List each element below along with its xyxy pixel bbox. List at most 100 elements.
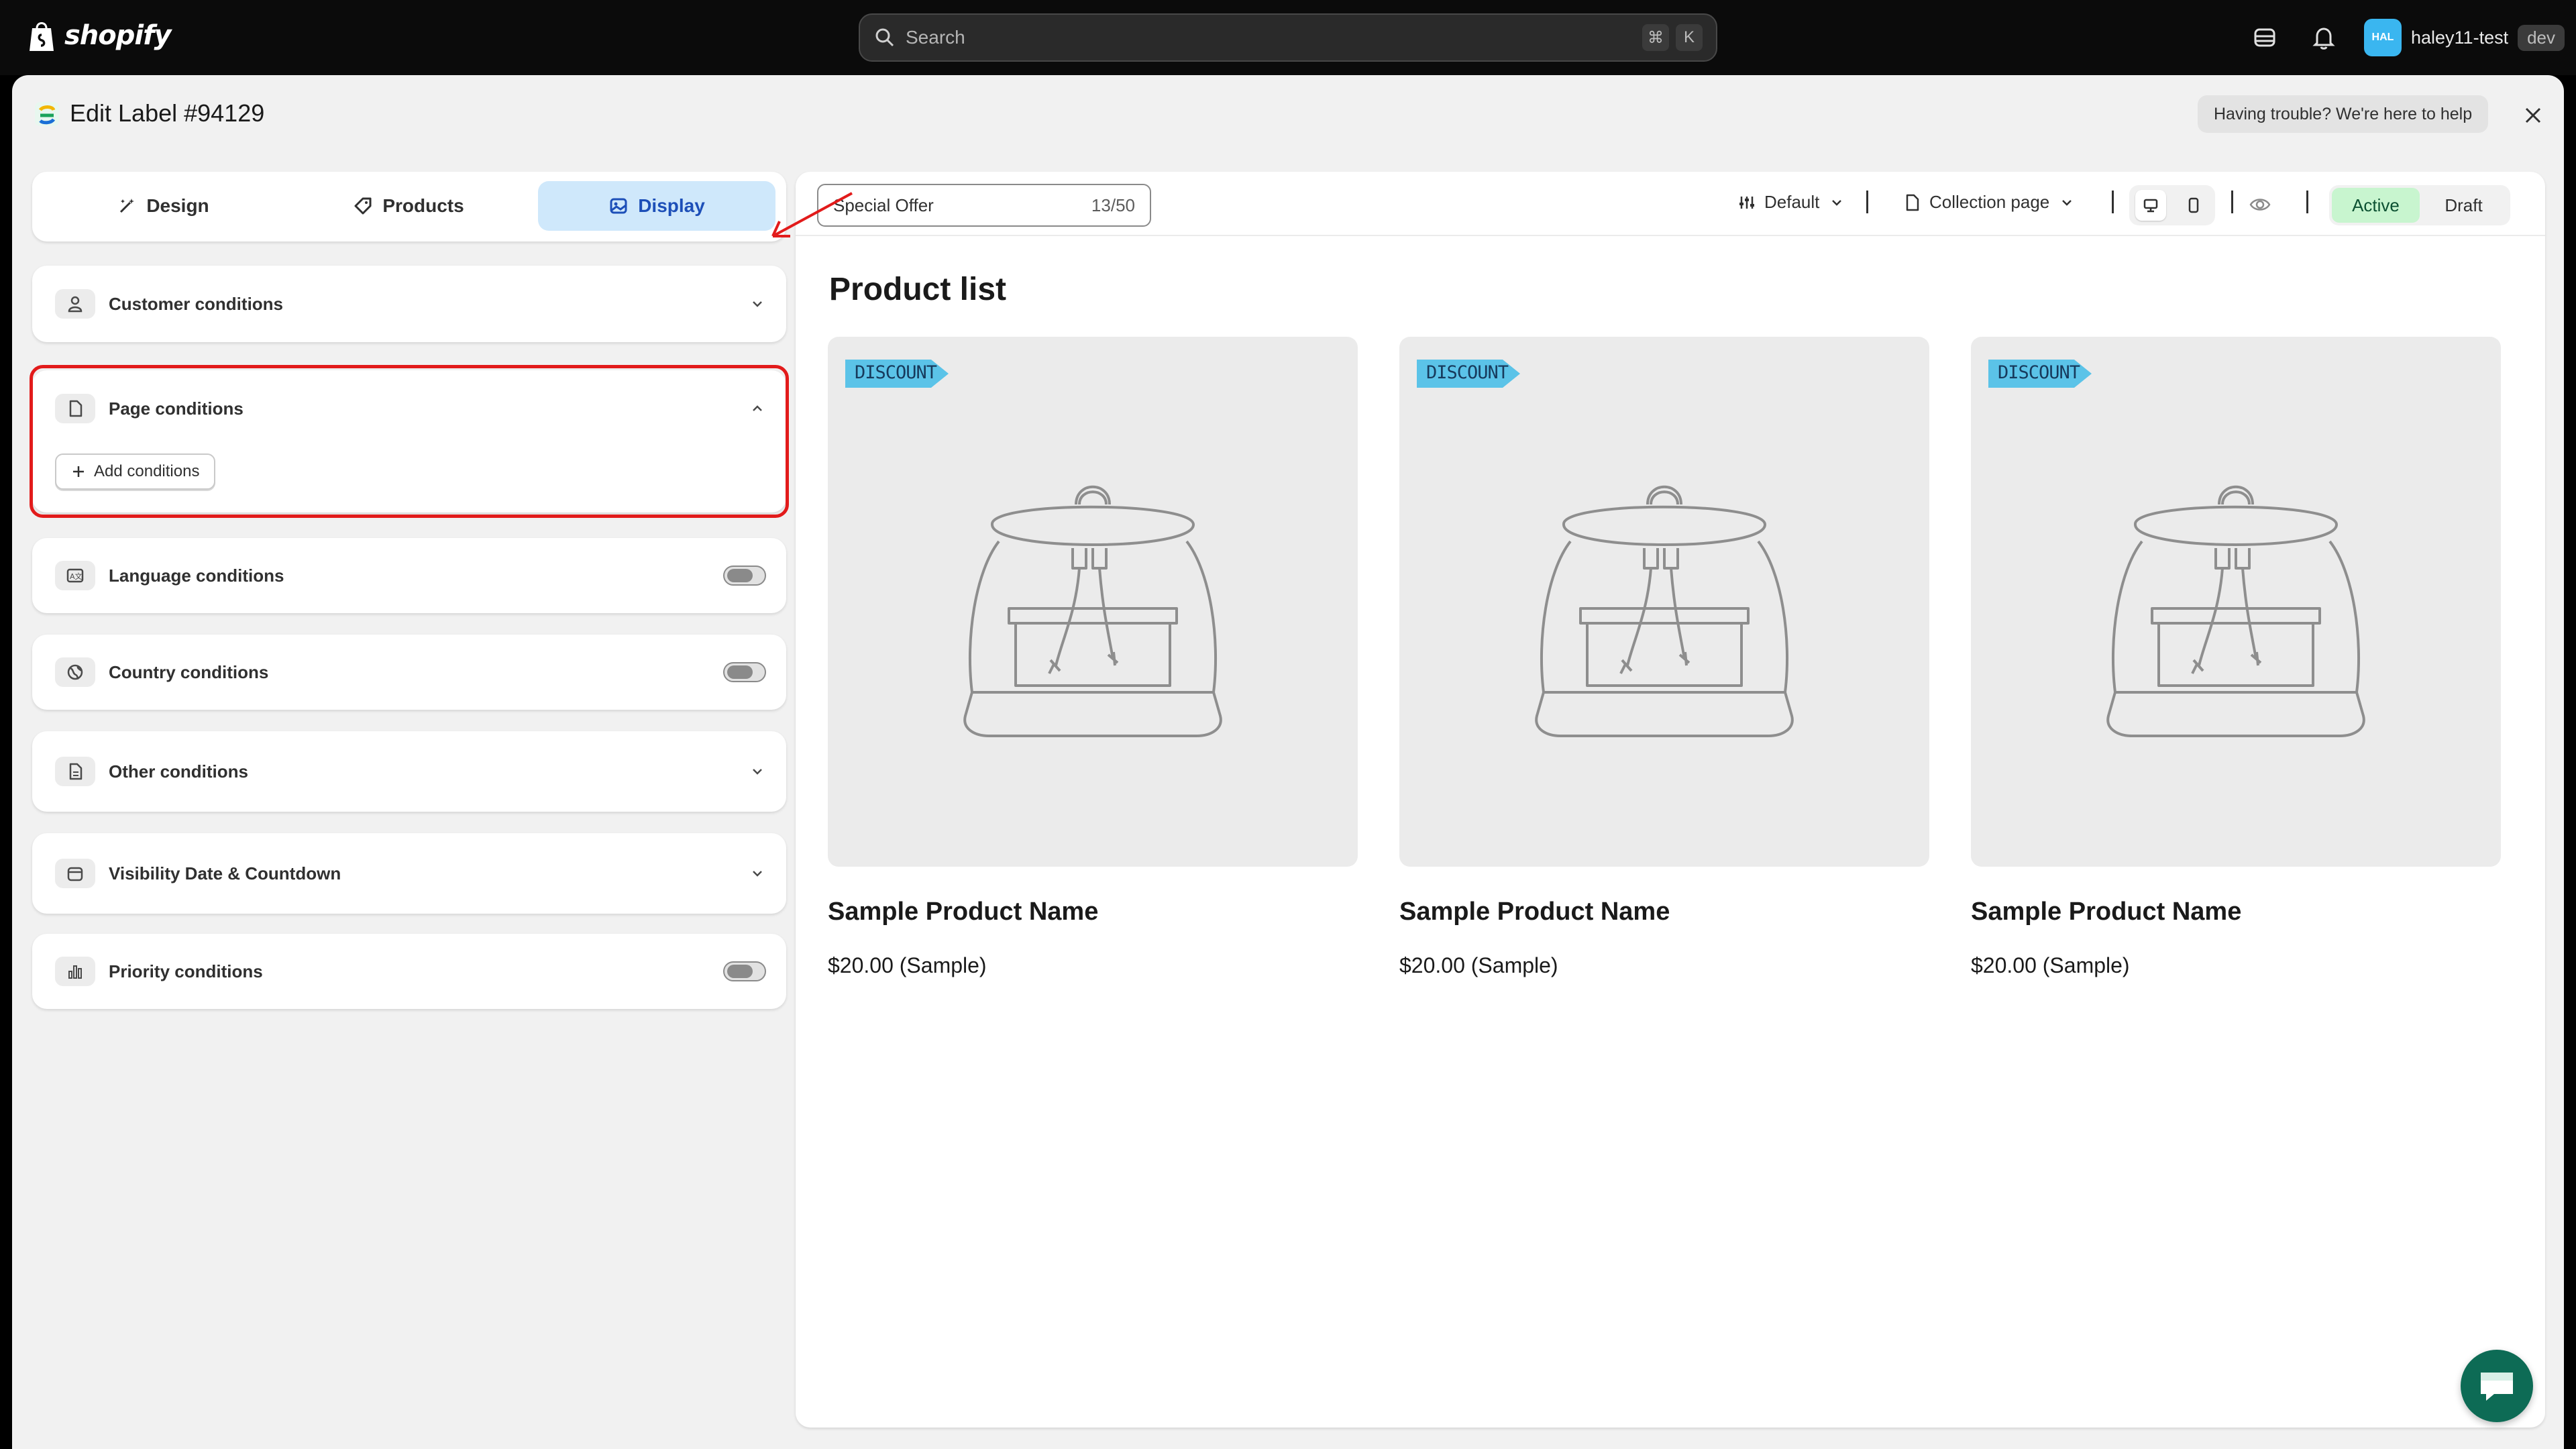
customize-icon <box>1739 196 1754 209</box>
product-card[interactable]: DISCOUNT Sample Product Name $20.00 (Sam… <box>1399 337 1929 978</box>
chat-button[interactable] <box>2461 1350 2533 1422</box>
style-dropdown-value: Default <box>1764 192 1820 212</box>
label-name-input[interactable]: Special Offer 13/50 <box>817 184 1151 227</box>
style-dropdown[interactable]: Default <box>1737 192 1846 213</box>
close-icon[interactable] <box>2521 103 2545 127</box>
country-conditions-label: Country conditions <box>109 661 269 682</box>
chat-icon <box>2481 1373 2513 1401</box>
window-header: Edit Label #94129 Having trouble? We're … <box>12 75 2564 153</box>
country-conditions-toggle[interactable] <box>723 662 766 682</box>
discount-badge-text: DISCOUNT <box>1998 362 2080 383</box>
annotation-arrow-icon <box>771 192 853 237</box>
backpack-icon <box>2106 485 2365 737</box>
globe-icon <box>67 664 83 680</box>
bell-icon[interactable] <box>2309 23 2339 52</box>
page-type-value: Collection page <box>1929 192 2050 212</box>
document-icon <box>69 763 83 780</box>
app-logo-icon <box>35 102 59 126</box>
tab-design-label: Design <box>146 195 209 216</box>
mobile-view-button[interactable] <box>2178 190 2209 221</box>
preview-toolbar: Special Offer 13/50 Default Collection p… <box>796 172 2545 236</box>
person-icon <box>68 296 83 313</box>
app-window: Edit Label #94129 Having trouble? We're … <box>12 75 2564 1449</box>
tab-display[interactable]: Display <box>538 181 775 231</box>
dev-badge: dev <box>2518 24 2565 51</box>
chevron-down-icon[interactable] <box>749 295 766 313</box>
customer-conditions-card[interactable]: Customer conditions <box>32 266 786 342</box>
toolbar-divider <box>1866 191 1868 213</box>
product-card[interactable]: DISCOUNT Sample Product Name $20.00 (Sam… <box>1971 337 2501 978</box>
language-conditions-toggle[interactable] <box>723 566 766 586</box>
avatar: HAL <box>2364 19 2402 56</box>
language-icon: A文 <box>66 568 84 583</box>
page-title: Edit Label #94129 <box>70 99 265 127</box>
priority-conditions-card: Priority conditions <box>32 934 786 1009</box>
search-input[interactable]: Search ⌘ K <box>859 13 1717 62</box>
status-active-button[interactable]: Active <box>2332 188 2420 223</box>
toolbar-divider <box>2231 191 2233 213</box>
mobile-icon <box>2188 197 2199 213</box>
admin-topbar: shopify Search ⌘ K HAL haley11-test dev <box>0 0 2576 75</box>
toolbar-divider <box>2112 191 2114 213</box>
backpack-icon <box>1535 485 1794 737</box>
product-image: DISCOUNT <box>1399 337 1929 867</box>
toolbar-divider <box>2306 191 2308 213</box>
tab-products[interactable]: Products <box>290 181 527 231</box>
tab-design[interactable]: Design <box>44 181 282 231</box>
search-icon <box>875 28 894 47</box>
tab-bar: Design Products Display <box>32 172 786 241</box>
product-price: $20.00 (Sample) <box>1971 953 2130 977</box>
settings-panel: Design Products Display Customer conditi… <box>30 172 789 1009</box>
user-menu[interactable]: HAL haley11-test dev <box>2364 19 2565 56</box>
desktop-icon <box>2143 199 2158 213</box>
chevron-down-icon[interactable] <box>749 865 766 882</box>
product-name: Sample Product Name <box>828 898 1099 926</box>
shopify-logo[interactable]: shopify <box>27 19 172 52</box>
desktop-view-button[interactable] <box>2135 190 2166 221</box>
discount-badge-text: DISCOUNT <box>855 362 937 383</box>
eye-icon[interactable] <box>2249 193 2271 216</box>
page-type-dropdown[interactable]: Collection page <box>1902 192 2076 213</box>
customer-conditions-label: Customer conditions <box>109 293 284 314</box>
shortcut-key-k: K <box>1676 24 1703 51</box>
chevron-down-icon <box>2062 199 2072 206</box>
discount-badge: DISCOUNT <box>845 357 950 390</box>
tab-products-label: Products <box>382 195 464 216</box>
help-button[interactable]: Having trouble? We're here to help <box>2198 95 2489 133</box>
other-conditions-card[interactable]: Other conditions <box>32 731 786 812</box>
calendar-icon <box>67 867 83 881</box>
status-segmented-control: Active Draft <box>2329 185 2510 225</box>
store-icon[interactable] <box>2250 23 2279 52</box>
product-card[interactable]: DISCOUNT Sample Product Name $20.00 (Sam… <box>828 337 1358 978</box>
svg-text:A文: A文 <box>70 572 83 581</box>
user-name: haley11-test <box>2411 27 2509 48</box>
preview-panel: Special Offer 13/50 Default Collection p… <box>796 172 2545 1428</box>
priority-conditions-toggle[interactable] <box>723 961 766 981</box>
shortcut-key-cmd: ⌘ <box>1642 24 1669 51</box>
product-name: Sample Product Name <box>1971 898 2242 926</box>
discount-badge: DISCOUNT <box>1988 357 2093 390</box>
country-conditions-card: Country conditions <box>32 635 786 710</box>
char-count: 13/50 <box>1091 195 1135 215</box>
other-conditions-label: Other conditions <box>109 761 248 782</box>
backpack-icon <box>963 485 1222 737</box>
brand-name: shopify <box>64 20 172 51</box>
product-price: $20.00 (Sample) <box>1399 953 1558 977</box>
highlight-annotation-box <box>30 365 789 518</box>
status-draft-button[interactable]: Draft <box>2420 188 2508 223</box>
discount-badge: DISCOUNT <box>1417 357 1521 390</box>
shopify-bag-icon <box>30 22 54 51</box>
chevron-down-icon[interactable] <box>749 763 766 780</box>
chevron-down-icon <box>1832 199 1842 206</box>
tag-icon <box>354 197 372 215</box>
tab-display-label: Display <box>638 195 705 216</box>
visibility-date-card[interactable]: Visibility Date & Countdown <box>32 833 786 914</box>
search-placeholder: Search <box>906 27 965 48</box>
language-conditions-card: A文 Language conditions <box>32 538 786 613</box>
language-conditions-label: Language conditions <box>109 565 284 586</box>
page-icon <box>1906 194 1919 211</box>
priority-conditions-label: Priority conditions <box>109 961 263 981</box>
product-image: DISCOUNT <box>1971 337 2501 867</box>
magic-wand-icon <box>120 199 135 213</box>
image-icon <box>610 198 627 214</box>
